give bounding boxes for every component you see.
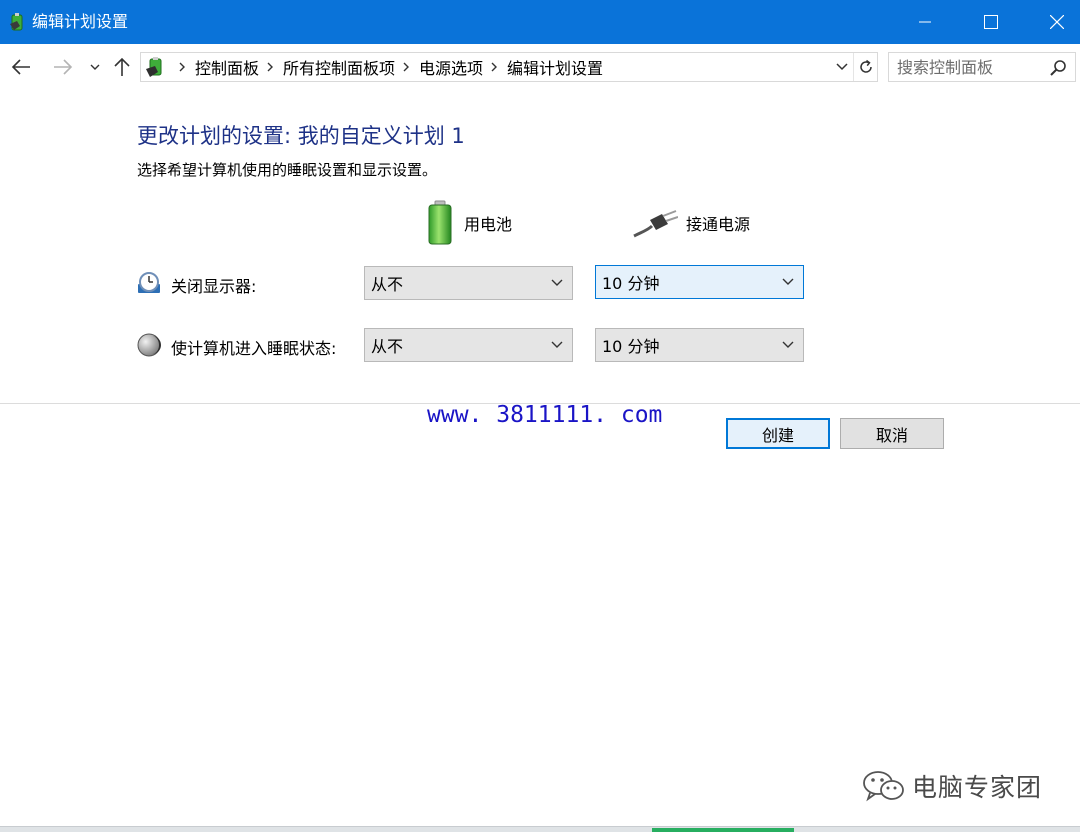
forward-button[interactable] xyxy=(50,56,76,78)
column-header-battery: 用电池 xyxy=(424,200,512,246)
search-icon[interactable] xyxy=(1049,59,1067,77)
column-label-battery: 用电池 xyxy=(464,215,513,234)
close-button[interactable] xyxy=(1024,0,1080,44)
refresh-icon xyxy=(859,59,872,73)
display-clock-icon xyxy=(138,272,160,293)
watermark-url: www. 3811111. com xyxy=(427,402,663,428)
minimize-icon xyxy=(919,21,931,23)
sleep-plugged-select[interactable]: 10 分钟 xyxy=(595,328,804,362)
column-label-plugged: 接通电源 xyxy=(686,215,751,234)
create-button[interactable]: 创建 xyxy=(726,418,830,449)
window-title: 编辑计划设置 xyxy=(32,12,129,31)
select-value: 从不 xyxy=(371,337,404,356)
taskbar-edge xyxy=(0,826,1080,832)
back-button[interactable] xyxy=(8,56,34,78)
chevron-down-icon xyxy=(782,341,794,348)
search-input[interactable] xyxy=(897,56,1045,78)
breadcrumb-control-panel[interactable]: 控制面板 xyxy=(195,55,259,79)
control-panel-icon xyxy=(146,57,162,77)
wechat-icon xyxy=(863,771,904,802)
page-title: 更改计划的设置: 我的自定义计划 1 xyxy=(137,124,465,148)
recent-locations-button[interactable] xyxy=(86,56,104,78)
address-dropdown-button[interactable] xyxy=(831,53,853,81)
chevron-down-icon xyxy=(90,64,100,70)
power-options-icon xyxy=(10,13,23,31)
breadcrumb-all-items[interactable]: 所有控制面板项 xyxy=(283,55,395,79)
breadcrumb-separator-icon xyxy=(179,62,185,72)
close-icon xyxy=(1050,15,1064,29)
select-value: 10 分钟 xyxy=(602,274,660,293)
breadcrumb-edit-plan[interactable]: 编辑计划设置 xyxy=(507,55,603,79)
display-off-plugged-select[interactable]: 10 分钟 xyxy=(595,265,804,299)
chevron-down-icon xyxy=(551,341,563,348)
cancel-button[interactable]: 取消 xyxy=(840,418,944,449)
breadcrumb-separator-icon xyxy=(267,62,274,72)
maximize-button[interactable] xyxy=(958,0,1024,44)
breadcrumb-power-options[interactable]: 电源选项 xyxy=(419,55,483,79)
taskbar-active-indicator xyxy=(652,828,794,832)
page-subtitle: 选择希望计算机使用的睡眠设置和显示设置。 xyxy=(137,161,438,179)
address-bar[interactable]: 控制面板 所有控制面板项 电源选项 编辑计划设置 xyxy=(140,52,878,82)
display-off-battery-select[interactable]: 从不 xyxy=(364,266,573,300)
sleep-battery-select[interactable]: 从不 xyxy=(364,328,573,362)
maximize-icon xyxy=(984,15,998,29)
select-value: 从不 xyxy=(371,275,404,294)
chevron-down-icon xyxy=(551,279,563,286)
power-plug-icon xyxy=(633,210,678,238)
refresh-button[interactable] xyxy=(853,53,877,81)
moon-icon xyxy=(137,333,161,357)
up-button[interactable] xyxy=(110,56,134,78)
breadcrumb: 控制面板 所有控制面板项 电源选项 编辑计划设置 xyxy=(171,53,603,81)
arrow-up-icon xyxy=(114,57,130,76)
chevron-down-icon xyxy=(836,63,848,71)
brand-text: 电脑专家团 xyxy=(912,773,1043,802)
arrow-right-icon xyxy=(54,59,73,75)
row-label-sleep: 使计算机进入睡眠状态: xyxy=(171,339,337,358)
brand-watermark: 电脑专家团 xyxy=(862,766,1042,806)
battery-icon xyxy=(428,200,452,245)
search-box[interactable] xyxy=(888,52,1076,82)
minimize-button[interactable] xyxy=(892,0,958,44)
breadcrumb-separator-icon xyxy=(403,62,410,72)
breadcrumb-separator-icon xyxy=(491,62,498,72)
title-bar: 编辑计划设置 xyxy=(0,0,1080,44)
row-label-display-off: 关闭显示器: xyxy=(171,277,257,296)
chevron-down-icon xyxy=(782,278,794,285)
select-value: 10 分钟 xyxy=(602,337,660,356)
arrow-left-icon xyxy=(11,59,30,75)
column-header-plugged: 接通电源 xyxy=(632,200,750,246)
navigation-bar: 控制面板 所有控制面板项 电源选项 编辑计划设置 xyxy=(0,44,1080,90)
